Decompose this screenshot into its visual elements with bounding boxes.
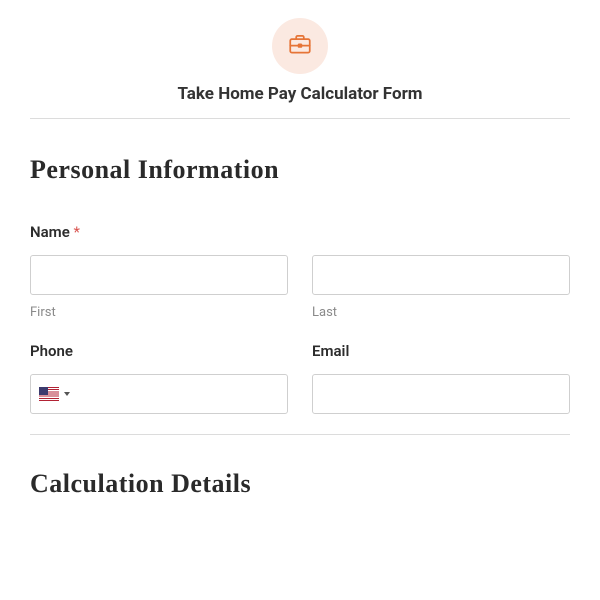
form-header: Take Home Pay Calculator Form — [30, 18, 570, 119]
first-name-sublabel: First — [30, 305, 288, 320]
chevron-down-icon[interactable] — [64, 392, 70, 396]
name-field-group: Name * First Last — [30, 223, 570, 320]
phone-label: Phone — [30, 342, 288, 360]
name-label-text: Name — [30, 223, 70, 241]
first-name-input[interactable] — [30, 255, 288, 295]
phone-input[interactable] — [78, 375, 279, 413]
email-input[interactable] — [312, 374, 570, 414]
section-divider — [30, 434, 570, 435]
us-flag-icon — [39, 387, 59, 401]
name-label: Name * — [30, 223, 570, 241]
section-title-calculation: Calculation Details — [30, 469, 570, 499]
section-title-personal: Personal Information — [30, 155, 570, 185]
phone-input-wrapper[interactable] — [30, 374, 288, 414]
form-title: Take Home Pay Calculator Form — [30, 84, 570, 104]
last-name-input[interactable] — [312, 255, 570, 295]
header-icon-circle — [272, 18, 328, 74]
header-divider — [30, 118, 570, 119]
email-label: Email — [312, 342, 570, 360]
last-name-sublabel: Last — [312, 305, 570, 320]
briefcase-icon — [287, 31, 313, 61]
required-marker: * — [74, 223, 80, 241]
